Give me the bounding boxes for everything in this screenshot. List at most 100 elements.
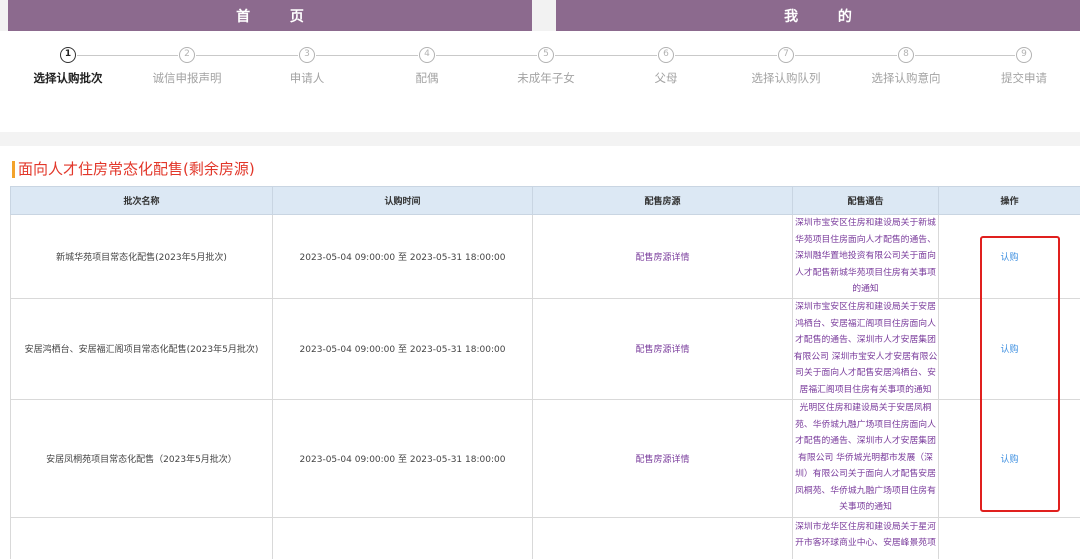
step-8-number: 8 — [898, 47, 914, 63]
notice-cell: 深圳市龙华区住房和建设局关于星河 开市客环球商业中心、安居峰景苑项 — [792, 516, 939, 559]
step-1-label: 选择认购批次 — [33, 71, 103, 85]
subscribe-button[interactable]: 认购 — [1000, 253, 1018, 263]
notice-link[interactable]: 光明区住房和建设局关于安居凤桐 苑、华侨城九融广场项目住房面向人 才配售的通告、… — [794, 400, 938, 516]
action-cell — [938, 516, 1080, 559]
housing-cell: 配售房源详情 — [532, 214, 793, 299]
action-cell: 认购 — [938, 398, 1080, 518]
notice-link[interactable]: 深圳市龙华区住房和建设局关于星河 开市客环球商业中心、安居峰景苑项 — [794, 518, 938, 552]
section-title: 面向人才住房常态化配售(剩余房源) — [18, 160, 255, 178]
batch-name: 安居鸿栖台、安居福汇阁项目常态化配售(2023年5月批次) — [24, 345, 259, 355]
subscription-time: 2023-05-04 09:00:00 至 2023-05-31 18:00:0… — [299, 345, 506, 355]
notice-link[interactable]: 深圳市宝安区住房和建设局关于新城 华苑项目住房面向人才配售的通告、 深圳融华置地… — [794, 215, 938, 297]
batch-name: 安居凤桐苑项目常态化配售（2023年5月批次） — [46, 454, 237, 465]
step-2-number: 2 — [179, 47, 195, 63]
subscribe-button[interactable]: 认购 — [1000, 345, 1018, 355]
batch-name-cell — [10, 516, 273, 559]
step-connector — [915, 55, 1015, 56]
notice-line: 的通知 — [852, 284, 879, 294]
step-9-label: 提交申请 — [1001, 71, 1047, 85]
step-connector — [316, 55, 418, 56]
notice-line: 司关于面向人才配售安居鸿栖台、安 — [795, 368, 936, 378]
step-2-label: 诚信申报声明 — [152, 71, 222, 85]
step-connector — [555, 55, 657, 56]
notice-line: 凤桐苑、华侨城九融广场项目住房有 — [795, 485, 936, 496]
header-notice: 配售通告 — [792, 186, 939, 215]
table-row: 深圳市龙华区住房和建设局关于星河 开市客环球商业中心、安居峰景苑项 — [10, 516, 1080, 559]
notice-line: 圳）有限公司关于面向人才配售安居 — [795, 469, 936, 480]
time-cell — [272, 516, 533, 559]
step-9-number: 9 — [1016, 47, 1032, 63]
step-5-label: 未成年子女 — [517, 71, 575, 85]
notice-line: 人才配售新城华苑项目住房有关事项 — [795, 267, 936, 278]
housing-cell: 配售房源详情 — [532, 297, 793, 400]
subscription-time: 2023-05-04 09:00:00 至 2023-05-31 18:00:0… — [299, 252, 506, 263]
table-row: 安居凤桐苑项目常态化配售（2023年5月批次） 2023-05-04 09:00… — [10, 398, 1080, 518]
table-row: 新城华苑项目常态化配售(2023年5月批次) 2023-05-04 09:00:… — [10, 214, 1080, 299]
housing-detail-link[interactable]: 配售房源详情 — [635, 345, 689, 355]
step-connector — [196, 55, 298, 56]
step-connector — [675, 55, 777, 56]
notice-line: 才配售的通告、深圳市人才安居集团 — [795, 335, 936, 345]
time-cell: 2023-05-04 09:00:00 至 2023-05-31 18:00:0… — [272, 297, 533, 400]
batch-name: 新城华苑项目常态化配售(2023年5月批次) — [56, 252, 227, 263]
tab-home[interactable]: 首 页 — [8, 0, 532, 31]
notice-line: 鸿栖台、安居福汇阁项目住房面向人 — [795, 318, 936, 329]
step-6-label: 父母 — [654, 71, 678, 85]
notice-line: 居福汇阁项目住房有关事项的通知 — [799, 384, 932, 395]
notice-line: 有限公司 华侨城光明都市发展（深 — [798, 452, 933, 463]
notice-cell: 光明区住房和建设局关于安居凤桐 苑、华侨城九融广场项目住房面向人 才配售的通告、… — [792, 398, 939, 518]
notice-link[interactable]: 深圳市宝安区住房和建设局关于安居 鸿栖台、安居福汇阁项目住房面向人 才配售的通告… — [793, 299, 938, 398]
step-6-number: 6 — [658, 47, 674, 63]
notice-line: 深圳市宝安区住房和建设局关于安居 — [795, 302, 936, 312]
notice-line: 华苑项目住房面向人才配售的通告、 — [795, 234, 936, 245]
notice-line: 深圳市龙华区住房和建设局关于星河 — [795, 521, 936, 532]
step-connector — [77, 55, 178, 56]
table-row: 安居鸿栖台、安居福汇阁项目常态化配售(2023年5月批次) 2023-05-04… — [10, 297, 1080, 400]
step-4-label: 配偶 — [415, 71, 439, 85]
step-4-number: 4 — [419, 47, 435, 63]
step-connector — [436, 55, 537, 56]
time-cell: 2023-05-04 09:00:00 至 2023-05-31 18:00:0… — [272, 214, 533, 299]
step-8-label: 选择认购意向 — [871, 71, 941, 85]
header-housing: 配售房源 — [532, 186, 793, 215]
step-7-number: 7 — [778, 47, 794, 63]
section-title-accent — [12, 161, 15, 178]
batch-table-container: 批次名称 认购时间 配售房源 配售通告 操作 新城华苑项目常态化配售(2023年… — [10, 186, 1080, 559]
subscription-time: 2023-05-04 09:00:00 至 2023-05-31 18:00:0… — [299, 454, 506, 465]
step-3-number: 3 — [299, 47, 315, 63]
notice-line: 开市客环球商业中心、安居峰景苑项 — [795, 538, 936, 548]
batch-table: 批次名称 认购时间 配售房源 配售通告 操作 新城华苑项目常态化配售(2023年… — [10, 186, 1080, 559]
step-7-label: 选择认购队列 — [751, 71, 821, 85]
notice-line: 深圳市宝安区住房和建设局关于新城 — [795, 218, 936, 228]
notice-line: 苑、华侨城九融广场项目住房面向人 — [795, 419, 936, 430]
batch-name-cell: 新城华苑项目常态化配售(2023年5月批次) — [10, 214, 273, 299]
notice-cell: 深圳市宝安区住房和建设局关于安居 鸿栖台、安居福汇阁项目住房面向人 才配售的通告… — [792, 297, 939, 400]
notice-cell: 深圳市宝安区住房和建设局关于新城 华苑项目住房面向人才配售的通告、 深圳融华置地… — [792, 214, 939, 299]
page: 首 页 我 的 1 2 3 4 5 6 7 8 9 选择认购批次 诚信申报声明 … — [0, 0, 1080, 559]
notice-line: 才配售的通告、深圳市人才安居集团 — [795, 436, 936, 447]
batch-name-cell: 安居鸿栖台、安居福汇阁项目常态化配售(2023年5月批次) — [10, 297, 273, 400]
action-cell: 认购 — [938, 297, 1080, 400]
step-3-label: 申请人 — [289, 71, 325, 85]
housing-detail-link[interactable]: 配售房源详情 — [635, 455, 689, 465]
subscribe-button[interactable]: 认购 — [1000, 455, 1018, 465]
housing-cell: 配售房源详情 — [532, 398, 793, 518]
notice-line: 有限公司 深圳市宝安人才安居有限公 — [793, 351, 938, 362]
housing-cell — [532, 516, 793, 559]
header-action: 操作 — [938, 186, 1080, 215]
header-subscription-time: 认购时间 — [272, 186, 533, 215]
time-cell: 2023-05-04 09:00:00 至 2023-05-31 18:00:0… — [272, 398, 533, 518]
housing-detail-link[interactable]: 配售房源详情 — [635, 253, 689, 263]
table-header-row: 批次名称 认购时间 配售房源 配售通告 操作 — [10, 186, 1080, 215]
notice-line: 深圳融华置地投资有限公司关于面向 — [795, 251, 936, 261]
header-batch-name: 批次名称 — [10, 186, 273, 215]
step-5-number: 5 — [538, 47, 554, 63]
section-divider — [0, 132, 1080, 146]
batch-name-cell: 安居凤桐苑项目常态化配售（2023年5月批次） — [10, 398, 273, 518]
step-1-number: 1 — [60, 47, 76, 63]
tab-mine[interactable]: 我 的 — [556, 0, 1080, 31]
step-connector — [795, 55, 897, 56]
notice-line: 关事项的通知 — [839, 502, 892, 513]
action-cell: 认购 — [938, 214, 1080, 299]
notice-line: 光明区住房和建设局关于安居凤桐 — [799, 403, 932, 414]
